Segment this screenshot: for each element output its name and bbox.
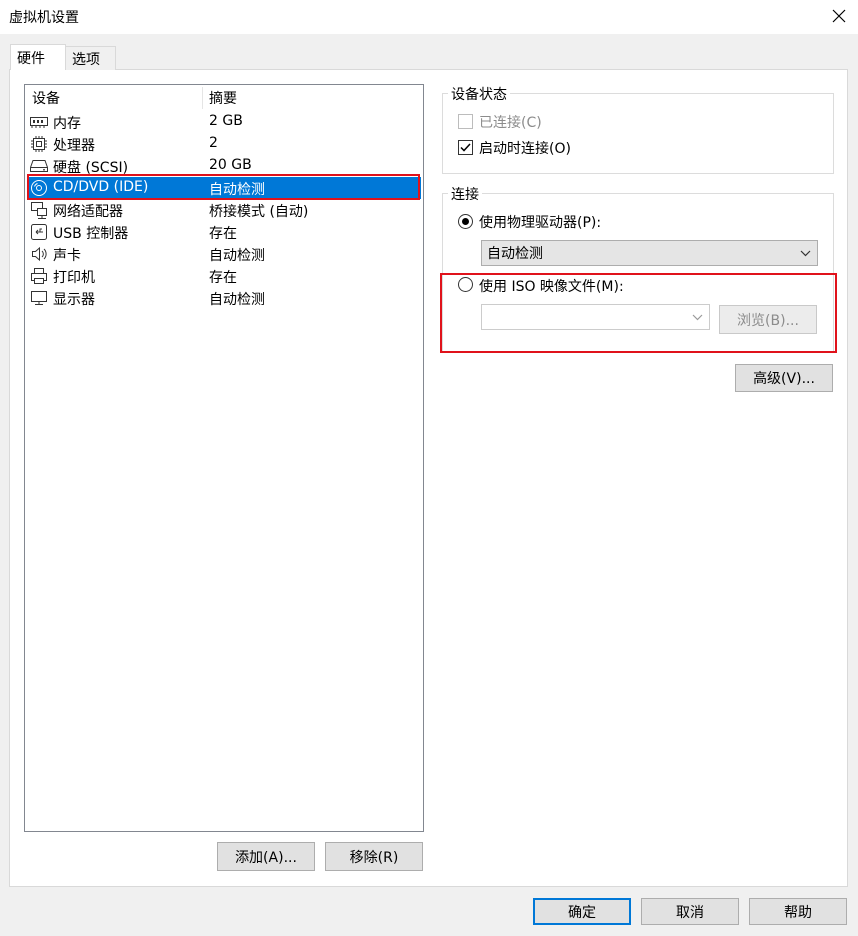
memory-icon: [30, 113, 48, 131]
device-summary: 自动检测: [209, 292, 265, 308]
device-name: 声卡: [53, 248, 81, 264]
device-summary: 2: [209, 135, 218, 151]
chevron-down-icon: [800, 241, 811, 265]
tab-label: 选项: [72, 51, 100, 68]
ok-button[interactable]: 确定: [533, 898, 631, 925]
help-button[interactable]: 帮助: [749, 898, 847, 925]
tab-label: 硬件: [17, 50, 45, 67]
device-list[interactable]: 设备 摘要 内存 2 GB 处理器 2 硬盘 (SCSI) 20 GB CD/D…: [24, 84, 424, 832]
physical-drive-label: 使用物理驱动器(P):: [479, 215, 602, 231]
cd-dvd-icon: [30, 179, 48, 197]
device-row-memory[interactable]: 内存 2 GB: [27, 111, 421, 133]
iso-image-label: 使用 ISO 映像文件(M):: [479, 279, 624, 295]
close-icon: [832, 9, 846, 23]
physical-drive-radio[interactable]: [458, 214, 473, 229]
device-summary: 存在: [209, 226, 237, 242]
device-row-sound-card[interactable]: 声卡 自动检测: [27, 243, 421, 265]
tab-hardware[interactable]: 硬件: [10, 44, 66, 70]
device-status-group: [442, 93, 834, 174]
device-name: 打印机: [53, 270, 95, 286]
device-name: CD/DVD (IDE): [53, 179, 149, 195]
physical-drive-select[interactable]: 自动检测: [481, 240, 818, 266]
device-name: 网络适配器: [53, 204, 123, 220]
column-header-summary[interactable]: 摘要: [209, 87, 237, 109]
connect-at-power-on-checkbox[interactable]: [458, 140, 473, 155]
remove-device-button[interactable]: 移除(R): [325, 842, 423, 871]
device-summary: 20 GB: [209, 157, 252, 173]
device-summary: 存在: [209, 270, 237, 286]
device-row-usb-controller[interactable]: USB 控制器 存在: [27, 221, 421, 243]
device-row-printer[interactable]: 打印机 存在: [27, 265, 421, 287]
usb-icon: [30, 223, 48, 241]
device-name: 显示器: [53, 292, 95, 308]
device-name: USB 控制器: [53, 226, 129, 242]
device-summary: 2 GB: [209, 113, 243, 129]
device-name: 内存: [53, 116, 81, 132]
device-row-display[interactable]: 显示器 自动检测: [27, 287, 421, 309]
browse-button[interactable]: 浏览(B)...: [719, 305, 817, 334]
device-row-cd-dvd[interactable]: CD/DVD (IDE) 自动检测: [27, 177, 421, 199]
device-row-network-adapter[interactable]: 网络适配器 桥接模式 (自动): [27, 199, 421, 221]
radio-selected-dot: [462, 218, 469, 225]
display-icon: [30, 289, 48, 307]
close-button[interactable]: [824, 2, 854, 30]
connection-group-label: 连接: [448, 184, 482, 204]
device-row-hard-disk[interactable]: 硬盘 (SCSI) 20 GB: [27, 155, 421, 177]
add-device-button[interactable]: 添加(A)...: [217, 842, 315, 871]
device-name: 处理器: [53, 138, 95, 154]
tab-options[interactable]: 选项: [65, 46, 116, 70]
title-bar: [0, 0, 858, 34]
column-separator[interactable]: [202, 87, 203, 109]
physical-drive-value: 自动检测: [487, 246, 543, 262]
network-adapter-icon: [30, 201, 48, 219]
printer-icon: [30, 267, 48, 285]
iso-file-path-select[interactable]: [481, 304, 710, 330]
device-row-processor[interactable]: 处理器 2: [27, 133, 421, 155]
connected-checkbox[interactable]: [458, 114, 473, 129]
cancel-button[interactable]: 取消: [641, 898, 739, 925]
processor-icon: [30, 135, 48, 153]
device-summary: 桥接模式 (自动): [209, 204, 309, 220]
device-name: 硬盘 (SCSI): [53, 160, 129, 176]
device-summary: 自动检测: [209, 182, 265, 198]
iso-image-radio[interactable]: [458, 277, 473, 292]
connect-at-power-on-label: 启动时连接(O): [479, 141, 571, 157]
hard-disk-icon: [30, 157, 48, 175]
advanced-button[interactable]: 高级(V)...: [735, 364, 833, 392]
device-status-group-label: 设备状态: [448, 84, 510, 104]
connected-label: 已连接(C): [479, 115, 542, 131]
window-title: 虚拟机设置: [9, 10, 79, 26]
column-header-device[interactable]: 设备: [32, 87, 60, 109]
chevron-down-icon: [692, 305, 703, 329]
device-summary: 自动检测: [209, 248, 265, 264]
sound-icon: [30, 245, 48, 263]
checkmark-icon: [460, 143, 471, 152]
